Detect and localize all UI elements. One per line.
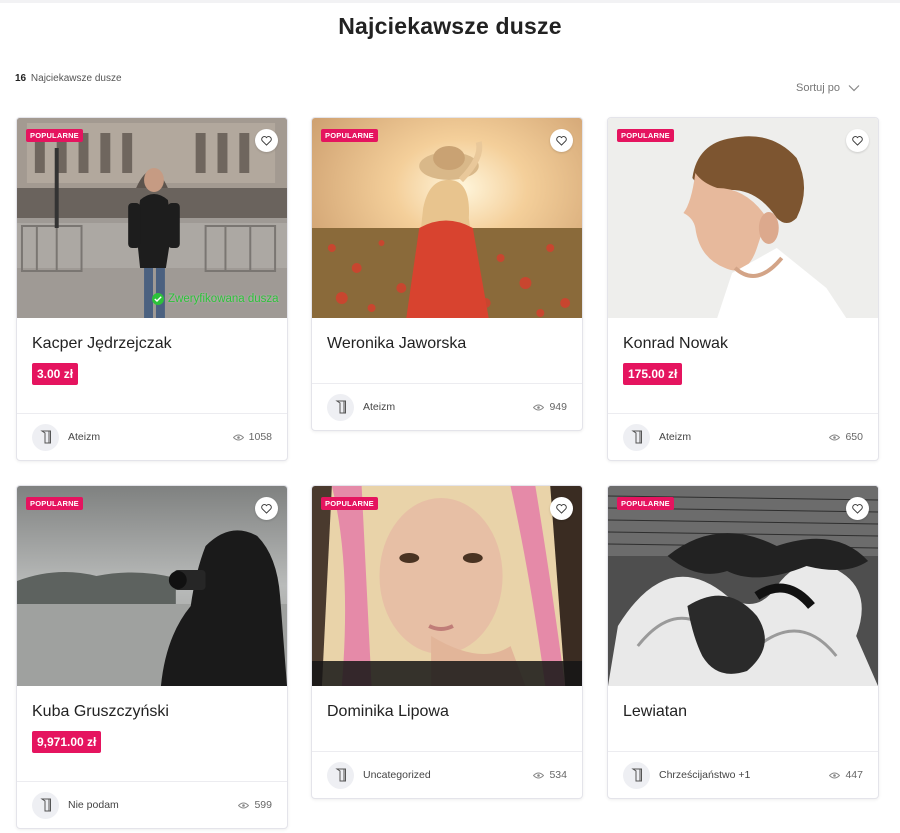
eye-icon — [533, 772, 545, 778]
favorite-button[interactable] — [255, 497, 278, 520]
selfie-photo — [312, 486, 582, 686]
heart-icon — [852, 503, 863, 514]
card-image[interactable]: POPULARNE — [17, 486, 287, 686]
popular-badge: POPULARNE — [26, 497, 83, 510]
category-label[interactable]: Ateizm — [659, 431, 829, 443]
book-icon — [327, 393, 354, 421]
popular-badge: POPULARNE — [321, 129, 378, 142]
soul-card[interactable]: POPULARNE Konrad Nowak 175.00 zł Ateizm … — [607, 117, 879, 461]
heart-icon — [556, 503, 567, 514]
book-icon — [32, 423, 59, 451]
favorite-button[interactable] — [550, 129, 573, 152]
card-footer: Nie podam 599 — [17, 781, 287, 828]
results-count-label: Najciekawsze dusze — [30, 73, 122, 84]
category-label[interactable]: Ateizm — [363, 401, 533, 413]
views-count: 1058 — [232, 431, 272, 443]
views-count: 650 — [829, 431, 863, 443]
popular-badge: POPULARNE — [617, 497, 674, 510]
sort-label: Sortuj po — [796, 82, 841, 94]
heart-icon — [556, 135, 567, 146]
category-label[interactable]: Nie podam — [68, 799, 238, 811]
book-icon — [623, 761, 650, 789]
soul-card[interactable]: POPULARNE Kuba Gruszczyński 9,971.00 zł … — [16, 485, 288, 829]
card-title[interactable]: Kacper Jędrzejczak — [32, 335, 172, 353]
views-count: 599 — [238, 799, 272, 811]
views-count: 447 — [829, 769, 863, 781]
soul-card[interactable]: POPULARNE Zweryfikowana dusza Kacper Jęd… — [16, 117, 288, 461]
favorite-button[interactable] — [255, 129, 278, 152]
card-image[interactable]: POPULARNE — [312, 486, 582, 686]
card-title[interactable]: Kuba Gruszczyński — [32, 703, 169, 721]
views-value: 447 — [845, 769, 863, 781]
card-image[interactable]: POPULARNE Zweryfikowana dusza — [17, 118, 287, 318]
page-title: Najciekawsze dusze — [338, 13, 562, 39]
eye-icon — [238, 802, 250, 808]
card-image[interactable]: POPULARNE — [608, 118, 878, 318]
eye-icon — [829, 434, 841, 440]
book-icon — [32, 791, 59, 819]
eye-icon — [232, 434, 244, 440]
heart-icon — [261, 135, 272, 146]
card-footer: Ateizm 949 — [312, 383, 582, 430]
top-divider — [0, 0, 900, 3]
lake-photo — [17, 486, 287, 686]
card-footer: Ateizm 650 — [608, 413, 878, 460]
portrait-photo — [608, 118, 878, 318]
soul-card[interactable]: POPULARNE Weronika Jaworska Ateizm 949 — [311, 117, 583, 431]
card-image[interactable]: POPULARNE — [608, 486, 878, 686]
check-circle-icon — [152, 293, 164, 305]
street-photo — [17, 118, 287, 318]
card-title[interactable]: Konrad Nowak — [623, 335, 728, 353]
eye-icon — [829, 772, 841, 778]
card-footer: Chrześcijaństwo +1 447 — [608, 751, 878, 798]
card-footer: Uncategorized 534 — [312, 751, 582, 798]
card-image[interactable]: POPULARNE — [312, 118, 582, 318]
card-title[interactable]: Lewiatan — [623, 703, 687, 721]
card-footer: Ateizm 1058 — [17, 413, 287, 460]
price-badge: 3.00 zł — [32, 363, 79, 385]
price-badge: 175.00 zł — [623, 363, 683, 385]
book-icon — [327, 761, 354, 789]
verified-badge: Zweryfikowana dusza — [152, 293, 279, 305]
category-label[interactable]: Chrześcijaństwo +1 — [659, 769, 829, 781]
field-photo — [312, 118, 582, 318]
card-title[interactable]: Weronika Jaworska — [327, 335, 466, 353]
verified-label: Zweryfikowana dusza — [168, 293, 279, 305]
popular-badge: POPULARNE — [617, 129, 674, 142]
heart-icon — [852, 135, 863, 146]
book-icon — [623, 423, 650, 451]
favorite-button[interactable] — [846, 497, 869, 520]
views-value: 650 — [845, 431, 863, 443]
popular-badge: POPULARNE — [26, 129, 83, 142]
engraving-image — [608, 486, 878, 686]
views-value: 949 — [549, 401, 567, 413]
favorite-button[interactable] — [550, 497, 573, 520]
views-value: 534 — [549, 769, 567, 781]
soul-card[interactable]: POPULARNE Dominika Lipowa Uncategorized … — [311, 485, 583, 799]
soul-card[interactable]: POPULARNE Lewiatan Chrześcijaństwo +1 44… — [607, 485, 879, 799]
category-label[interactable]: Ateizm — [68, 431, 233, 443]
chevron-down-icon — [848, 85, 860, 92]
heart-icon — [261, 503, 272, 514]
eye-icon — [533, 404, 545, 410]
price-badge: 9,971.00 zł — [32, 731, 102, 753]
favorite-button[interactable] — [846, 129, 869, 152]
category-label[interactable]: Uncategorized — [363, 769, 533, 781]
views-count: 534 — [533, 769, 567, 781]
popular-badge: POPULARNE — [321, 497, 378, 510]
sort-dropdown[interactable]: Sortuj po — [796, 82, 860, 94]
results-count: 16 Najciekawsze dusze — [15, 73, 122, 84]
results-count-value: 16 — [15, 73, 27, 84]
views-count: 949 — [533, 401, 567, 413]
views-value: 599 — [254, 799, 272, 811]
views-value: 1058 — [248, 431, 272, 443]
card-title[interactable]: Dominika Lipowa — [327, 703, 449, 721]
